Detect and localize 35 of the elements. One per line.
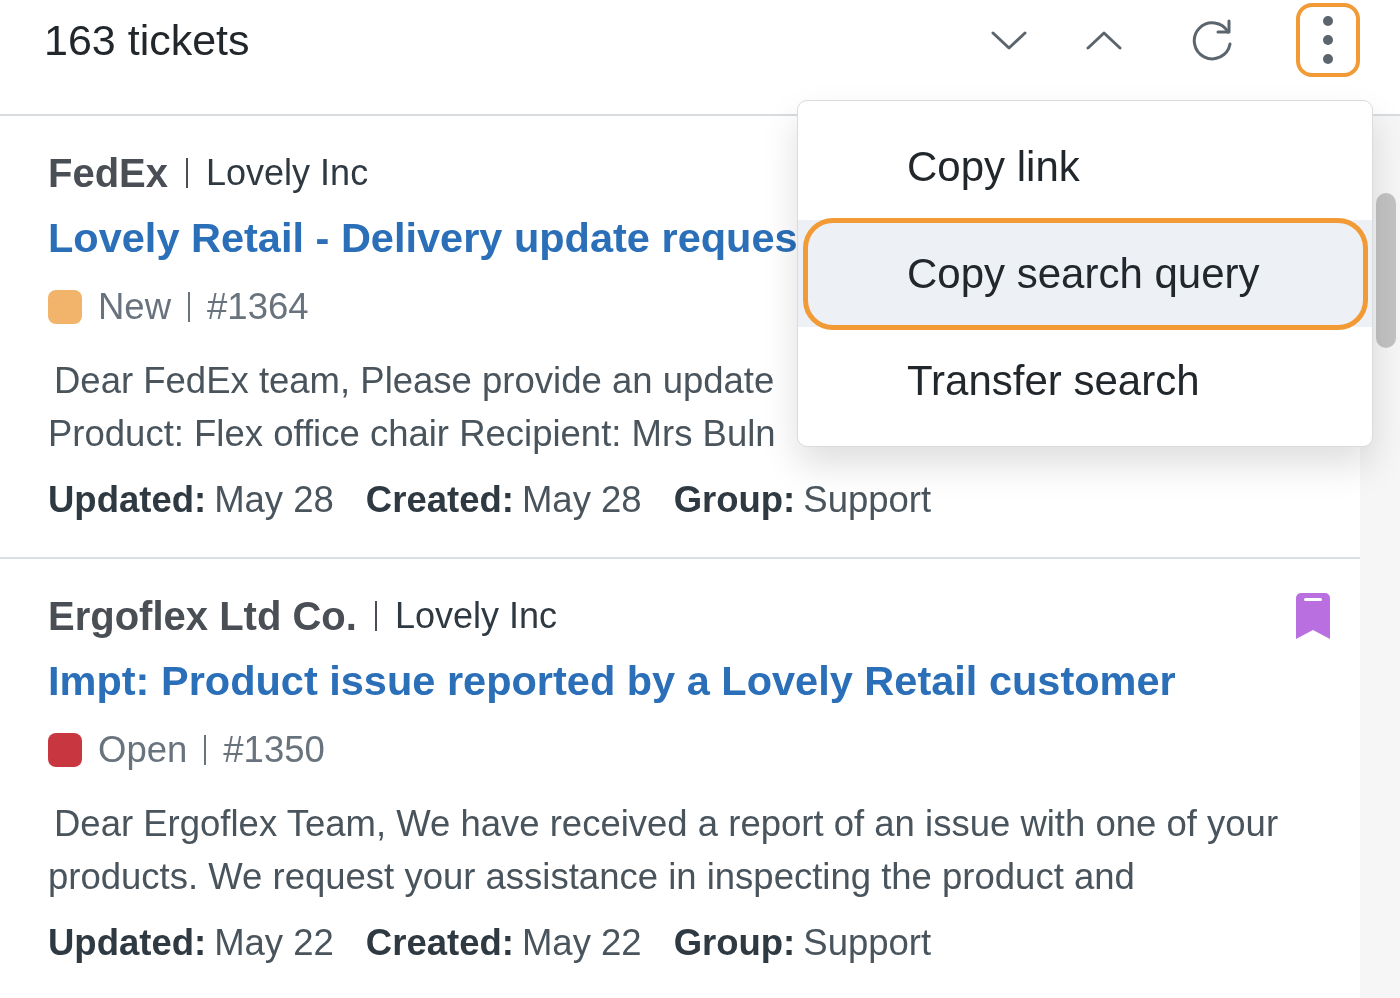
ticket-number: #1350 bbox=[223, 729, 325, 771]
requester-name: Ergoflex Ltd Co. bbox=[48, 593, 357, 639]
ticket-number: #1364 bbox=[207, 286, 309, 328]
meta-value: May 28 bbox=[521, 479, 642, 521]
meta-label: Created: bbox=[365, 922, 514, 964]
more-options-button[interactable] bbox=[1296, 3, 1360, 77]
menu-item[interactable]: Copy search query bbox=[798, 220, 1372, 327]
meta-label: Group: bbox=[673, 922, 796, 964]
chevron-down-icon bbox=[991, 30, 1027, 50]
refresh-icon bbox=[1192, 18, 1234, 62]
status-label: Open bbox=[98, 729, 188, 771]
bookmark-icon[interactable] bbox=[1296, 593, 1330, 639]
chevron-up-icon bbox=[1086, 30, 1122, 50]
scrollbar-thumb[interactable] bbox=[1376, 193, 1396, 348]
ticket-count: 163 tickets bbox=[44, 15, 250, 65]
ticket-title-link[interactable]: Lovely Retail - Delivery update reques bbox=[48, 213, 798, 263]
meta-value: May 22 bbox=[521, 922, 642, 964]
menu-item[interactable]: Copy link bbox=[798, 113, 1372, 220]
requester-name: FedEx bbox=[48, 150, 169, 196]
meta-label: Group: bbox=[673, 479, 796, 521]
ticket-title-link[interactable]: Impt: Product issue reported by a Lovely Retail customer bbox=[48, 656, 1176, 706]
meta-value: Support bbox=[803, 479, 932, 521]
menu-item[interactable]: Transfer search bbox=[798, 327, 1372, 434]
ticket-description: Dear Ergoflex Team, We have received a report of an issue with one of your products. We request your assistance in inspecting the product and bbox=[48, 802, 1279, 899]
organization-name: Lovely Inc bbox=[206, 152, 369, 194]
ticket-description: Dear FedEx team, Please provide an update Product: Flex office chair Recipient: Mrs Buln bbox=[48, 359, 776, 456]
status-label: New bbox=[98, 286, 172, 328]
meta-value: Support bbox=[803, 922, 932, 964]
meta-value: May 22 bbox=[214, 922, 334, 964]
meta-value: May 28 bbox=[214, 479, 334, 521]
organization-name: Lovely Inc bbox=[394, 595, 557, 637]
meta-label: Updated: bbox=[48, 922, 207, 964]
meta-label: Updated: bbox=[48, 479, 207, 521]
meta-label: Created: bbox=[365, 479, 514, 521]
more-icon bbox=[1322, 15, 1334, 65]
